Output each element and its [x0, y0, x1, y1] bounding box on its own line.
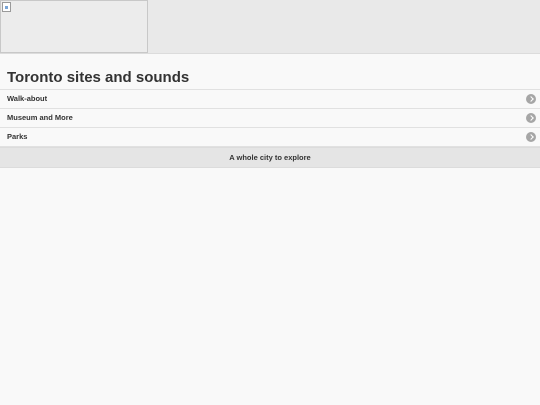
list-item-parks[interactable]: Parks	[0, 128, 540, 147]
footer-text: A whole city to explore	[229, 153, 311, 162]
page-title: Toronto sites and sounds	[7, 69, 190, 86]
list-item-walk-about[interactable]: Walk-about	[0, 90, 540, 109]
chevron-right-icon	[526, 132, 536, 142]
chevron-right-icon	[526, 113, 536, 123]
nav-list: Walk-about Museum and More Parks	[0, 89, 540, 147]
list-item-label: Museum and More	[7, 113, 73, 122]
list-item-museum-and-more[interactable]: Museum and More	[0, 109, 540, 128]
list-item-label: Walk-about	[7, 94, 48, 103]
broken-image-icon	[2, 2, 11, 12]
list-item-label: Parks	[7, 132, 28, 141]
chevron-right-icon	[526, 94, 536, 104]
header-image	[0, 0, 148, 53]
header-bar	[0, 0, 540, 54]
footer-bar: A whole city to explore	[0, 147, 540, 168]
